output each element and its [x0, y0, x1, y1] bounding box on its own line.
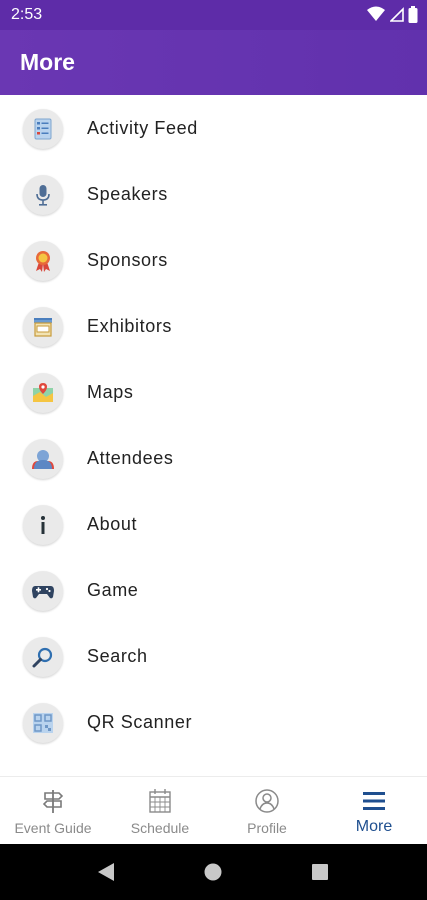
ribbon-award-icon: [23, 241, 63, 281]
bottom-nav: Event Guide Schedule Profile More: [0, 776, 427, 845]
signpost-icon: [42, 790, 64, 813]
page-title: More: [20, 49, 75, 75]
magnifier-icon: [23, 637, 63, 677]
system-nav-bar: [0, 844, 427, 900]
back-icon[interactable]: [97, 862, 115, 882]
app-bar: More: [0, 30, 427, 95]
nav-tab-more[interactable]: More: [321, 777, 427, 845]
menu-item-activity-feed[interactable]: Activity Feed: [0, 96, 427, 162]
menu-item-game[interactable]: Game: [0, 558, 427, 624]
nav-label: Profile: [247, 820, 287, 836]
menu-item-label: Speakers: [87, 184, 168, 204]
menu-item-about[interactable]: About: [0, 492, 427, 558]
status-bar: 2:53: [0, 0, 427, 30]
people-icon: [23, 439, 63, 479]
info-icon: [23, 505, 63, 545]
menu-item-label: Activity Feed: [87, 118, 198, 138]
cell-signal-icon: [389, 7, 404, 22]
nav-tab-profile[interactable]: Profile: [214, 777, 320, 845]
battery-icon: [408, 6, 418, 23]
menu-item-speakers[interactable]: Speakers: [0, 162, 427, 228]
hamburger-menu-icon: [363, 792, 385, 810]
menu-item-search[interactable]: Search: [0, 624, 427, 690]
status-time: 2:53: [11, 6, 43, 23]
storefront-icon: [23, 307, 63, 347]
menu-item-label: Maps: [87, 382, 134, 402]
menu-item-label: Game: [87, 580, 139, 600]
nav-label: Event Guide: [14, 820, 92, 836]
calendar-icon: [149, 789, 171, 813]
recents-icon[interactable]: [312, 864, 328, 880]
menu-item-label: Search: [87, 646, 148, 666]
menu-item-qr-scanner[interactable]: QR Scanner: [0, 690, 427, 756]
nav-label: More: [355, 818, 393, 835]
menu-item-attendees[interactable]: Attendees: [0, 426, 427, 492]
wifi-icon: [367, 6, 386, 21]
home-icon[interactable]: [204, 863, 222, 881]
menu-item-label: Exhibitors: [87, 316, 173, 336]
nav-tab-event-guide[interactable]: Event Guide: [0, 777, 106, 845]
menu-item-label: Attendees: [87, 448, 174, 468]
menu-list: Activity Feed Speakers Sponsors Exhibito…: [0, 96, 427, 776]
activity-feed-icon: [23, 109, 63, 149]
status-icons: [367, 6, 418, 24]
map-pin-icon: [23, 373, 63, 413]
menu-item-maps[interactable]: Maps: [0, 360, 427, 426]
menu-item-label: QR Scanner: [87, 712, 193, 732]
nav-label: Schedule: [130, 820, 190, 836]
menu-item-exhibitors[interactable]: Exhibitors: [0, 294, 427, 360]
user-circle-icon: [255, 789, 279, 813]
menu-item-label: Sponsors: [87, 250, 168, 270]
menu-item-sponsors[interactable]: Sponsors: [0, 228, 427, 294]
menu-item-label: About: [87, 514, 138, 534]
qr-code-icon: [23, 703, 63, 743]
gamepad-icon: [23, 571, 63, 611]
nav-tab-schedule[interactable]: Schedule: [107, 777, 213, 845]
microphone-icon: [23, 175, 63, 215]
